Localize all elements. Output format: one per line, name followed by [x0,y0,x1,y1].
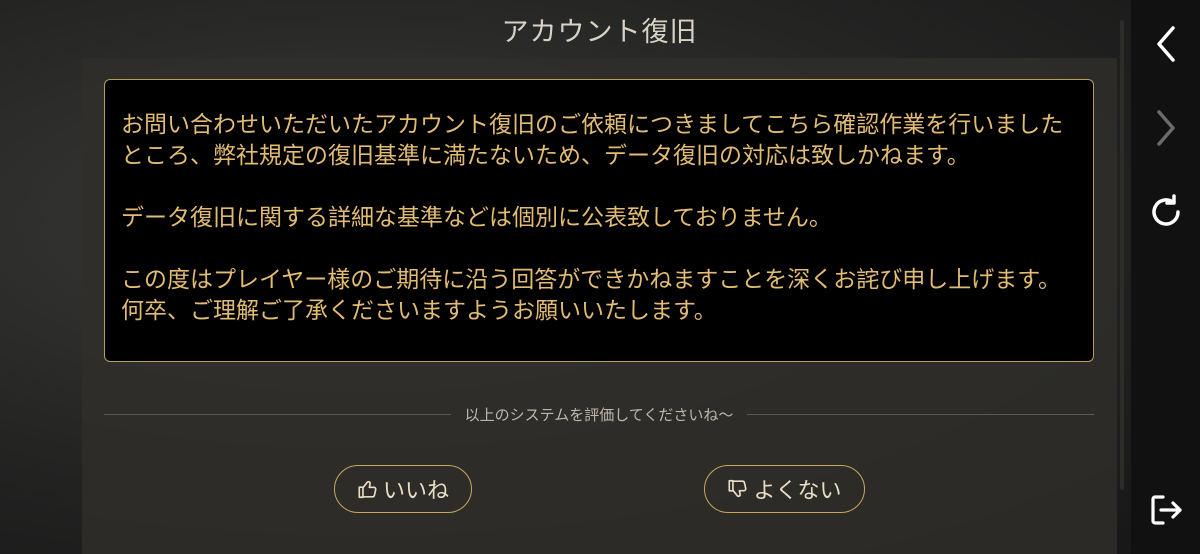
back-icon[interactable] [1146,24,1186,64]
browser-sidebar [1131,0,1200,554]
message-paragraph: お問い合わせいただいたアカウント復旧のご依頼につきましてこちら確認作業を行いまし… [121,112,1064,169]
message-paragraph: この度はプレイヤー様のご期待に沿う回答ができかねますことを深くお詫び申し上げます… [121,267,1062,324]
refresh-icon[interactable] [1146,192,1186,232]
exit-icon[interactable] [1146,490,1186,530]
rating-divider: 以上のシステムを評価してくださいね～ [104,400,1094,428]
dislike-label: よくない [753,479,842,504]
thumbs-up-icon [357,478,379,500]
like-button[interactable]: いいね [334,465,472,513]
message-box: お問い合わせいただいたアカウント復旧のご依頼につきましてこちら確認作業を行いまし… [104,79,1094,362]
like-label: いいね [382,479,449,504]
page-title: アカウント復旧 [501,16,698,48]
forward-icon[interactable] [1146,108,1186,148]
rating-prompt: 以上のシステムを評価してくださいね～ [464,405,734,424]
thumbs-down-icon [727,478,749,500]
divider-line-left [104,413,451,415]
dislike-button[interactable]: よくない [704,465,865,513]
message-paragraph: データ復旧に関する詳細な基準などは個別に公表致しておりません。 [121,205,832,231]
divider-line-right [747,413,1094,415]
scrollbar[interactable] [1120,20,1124,490]
